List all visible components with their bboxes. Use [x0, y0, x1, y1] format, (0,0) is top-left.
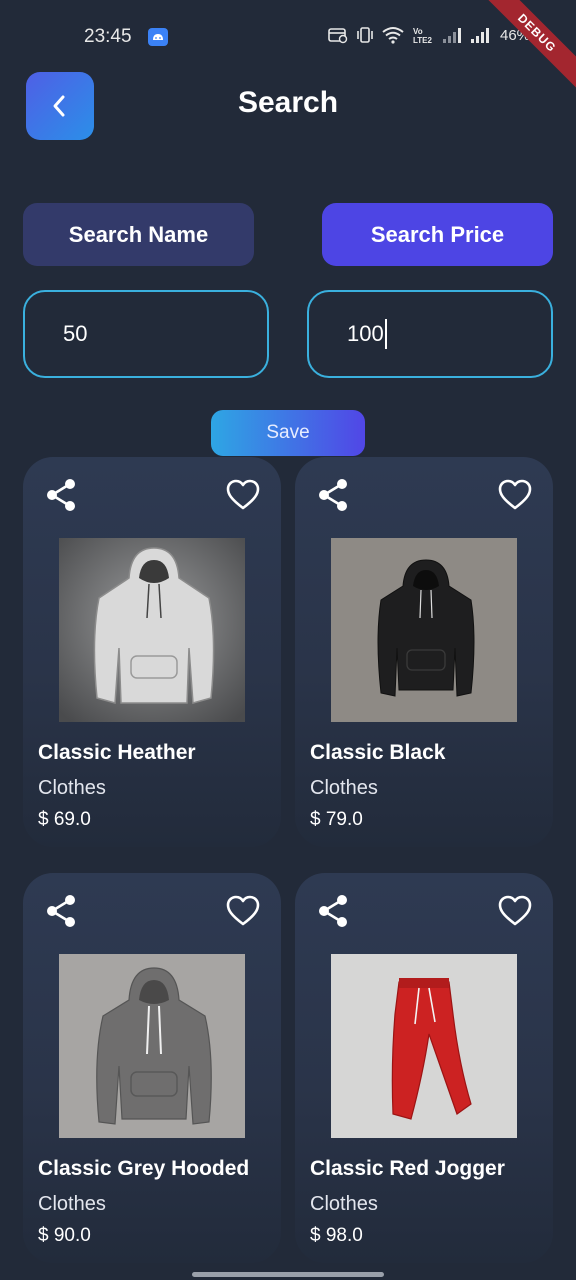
max-price-value: 100 [347, 321, 384, 346]
signal-icon [471, 28, 489, 43]
home-indicator[interactable] [192, 1272, 384, 1277]
svg-text:Vo: Vo [413, 27, 423, 36]
product-category: Clothes [38, 777, 106, 799]
product-category: Clothes [310, 777, 378, 799]
min-price-value: 50 [63, 321, 88, 346]
product-image-black-hoodie [331, 538, 517, 722]
product-price: $ 90.0 [38, 1225, 91, 1246]
wifi-icon [382, 27, 404, 44]
product-category: Clothes [38, 1193, 106, 1215]
share-icon[interactable] [315, 477, 351, 513]
product-price: $ 69.0 [38, 809, 91, 830]
signal-icon [443, 28, 461, 43]
min-price-input[interactable]: 50 [23, 290, 269, 378]
product-image-grey-hoodie [59, 954, 245, 1138]
text-caret [384, 319, 387, 349]
status-bar: 23:45 Vo LTE2 46% DEBUG [0, 0, 576, 94]
heart-icon[interactable] [225, 477, 261, 513]
card-icon [328, 28, 348, 44]
page-title: Search [237, 86, 339, 119]
product-name: Classic Red Jogger [310, 1157, 505, 1180]
debug-ribbon: DEBUG [476, 0, 576, 94]
max-price-input[interactable]: 100 [307, 290, 553, 378]
share-icon[interactable] [315, 893, 351, 929]
product-card[interactable]: Classic Heather Clothes $ 69.0 [23, 457, 281, 847]
product-image-red-joggers [331, 954, 517, 1138]
status-icons: Vo LTE2 46% [328, 26, 530, 44]
product-name: Classic Heather [38, 741, 196, 764]
product-category: Clothes [310, 1193, 378, 1215]
search-price-button[interactable]: Search Price [322, 203, 553, 266]
heart-icon[interactable] [225, 893, 261, 929]
product-name: Classic Black [310, 741, 446, 764]
heart-icon[interactable] [497, 477, 533, 513]
share-icon[interactable] [43, 477, 79, 513]
status-time: 23:45 [84, 26, 132, 47]
volte-icon: VoLTE2 [413, 27, 433, 44]
product-card[interactable]: Classic Grey Hooded Clothes $ 90.0 [23, 873, 281, 1263]
search-name-button[interactable]: Search Name [23, 203, 254, 266]
product-price: $ 98.0 [310, 1225, 363, 1246]
product-card[interactable]: Classic Red Jogger Clothes $ 98.0 [295, 873, 553, 1263]
svg-text:LTE2: LTE2 [413, 36, 433, 44]
vibrate-icon [357, 27, 373, 43]
product-image-grey-hoodie [59, 538, 245, 722]
share-icon[interactable] [43, 893, 79, 929]
save-button[interactable]: Save [211, 410, 365, 456]
product-card[interactable]: Classic Black Clothes $ 79.0 [295, 457, 553, 847]
product-name: Classic Grey Hooded [38, 1157, 250, 1180]
heart-icon[interactable] [497, 893, 533, 929]
android-notification-icon [148, 28, 168, 46]
product-price: $ 79.0 [310, 809, 363, 830]
